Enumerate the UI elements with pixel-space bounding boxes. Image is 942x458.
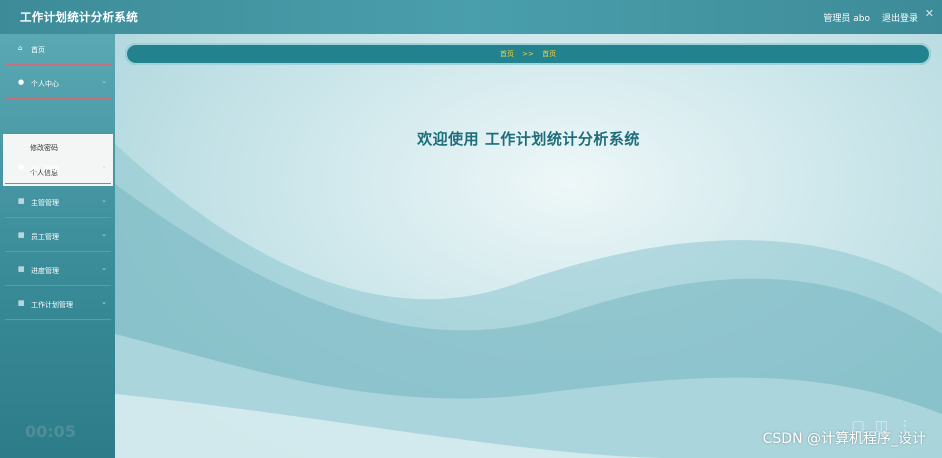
sidebar-item-home[interactable]: ⌂ 首页 [5,34,111,65]
breadcrumb-current: 首页 [542,50,557,58]
chevron-down-icon: ⌄ [101,196,107,204]
background-waves [115,144,942,458]
chevron-down-icon: ⌄ [101,162,107,170]
app-title: 工作计划统计分析系统 [20,10,138,24]
welcome-title: 欢迎使用 工作计划统计分析系统 [417,130,640,148]
sidebar: ⌂ 首页 ● 个人中心 ⌄ 修改密码 个人信息 ● 部门管理 ⌄ ▦ 主管管理 … [0,34,115,458]
user-icon: ● [18,78,25,86]
grid-icon: ▦ [18,265,25,273]
main-content: 首页 >> 首页 欢迎使用 工作计划统计分析系统 [115,34,942,458]
pin-icon: ● [18,163,25,171]
sidebar-item-label: 个人中心 [31,80,59,88]
chevron-down-icon: ⌄ [101,230,107,238]
sidebar-item-label: 进度管理 [31,267,59,275]
home-icon: ⌂ [18,44,23,52]
logout-button[interactable]: 退出登录 [882,11,918,24]
sidebar-item-supervisor[interactable]: ▦ 主管管理 ⌄ [5,187,111,218]
breadcrumb-separator: >> [522,50,534,58]
sidebar-item-label: 员工管理 [31,233,59,241]
submenu-change-password[interactable]: 修改密码 [30,143,58,153]
breadcrumb: 首页 >> 首页 [125,43,931,65]
sidebar-item-work-plan[interactable]: ▦ 工作计划管理 ⌄ [5,289,111,320]
close-icon[interactable]: ✕ [925,7,934,20]
chevron-down-icon: ⌄ [101,298,107,306]
current-user: 管理员 abo [823,14,870,24]
video-timer: 00:05 [25,422,76,441]
sidebar-item-progress[interactable]: ▦ 进度管理 ⌄ [5,255,111,286]
grid-icon: ▦ [18,299,25,307]
sidebar-item-label: 首页 [31,46,45,54]
sidebar-item-label: 工作计划管理 [31,301,73,309]
sidebar-item-employee[interactable]: ▦ 员工管理 ⌄ [5,221,111,252]
watermark: CSDN @计算机程序_设计 [762,431,926,447]
sidebar-item-label: 部门管理 [31,165,59,173]
sidebar-item-label: 主管管理 [31,199,59,207]
grid-icon: ▦ [18,197,25,205]
breadcrumb-home[interactable]: 首页 [500,50,514,58]
chevron-down-icon: ⌄ [101,264,107,272]
grid-icon: ▦ [18,231,25,239]
chevron-down-icon: ⌄ [101,77,107,85]
sidebar-item-department[interactable]: ● 部门管理 ⌄ [5,153,111,184]
sidebar-item-personal-center[interactable]: ● 个人中心 ⌄ [5,68,111,99]
top-bar: 工作计划统计分析系统 管理员 abo 退出登录 ✕ [0,0,942,34]
